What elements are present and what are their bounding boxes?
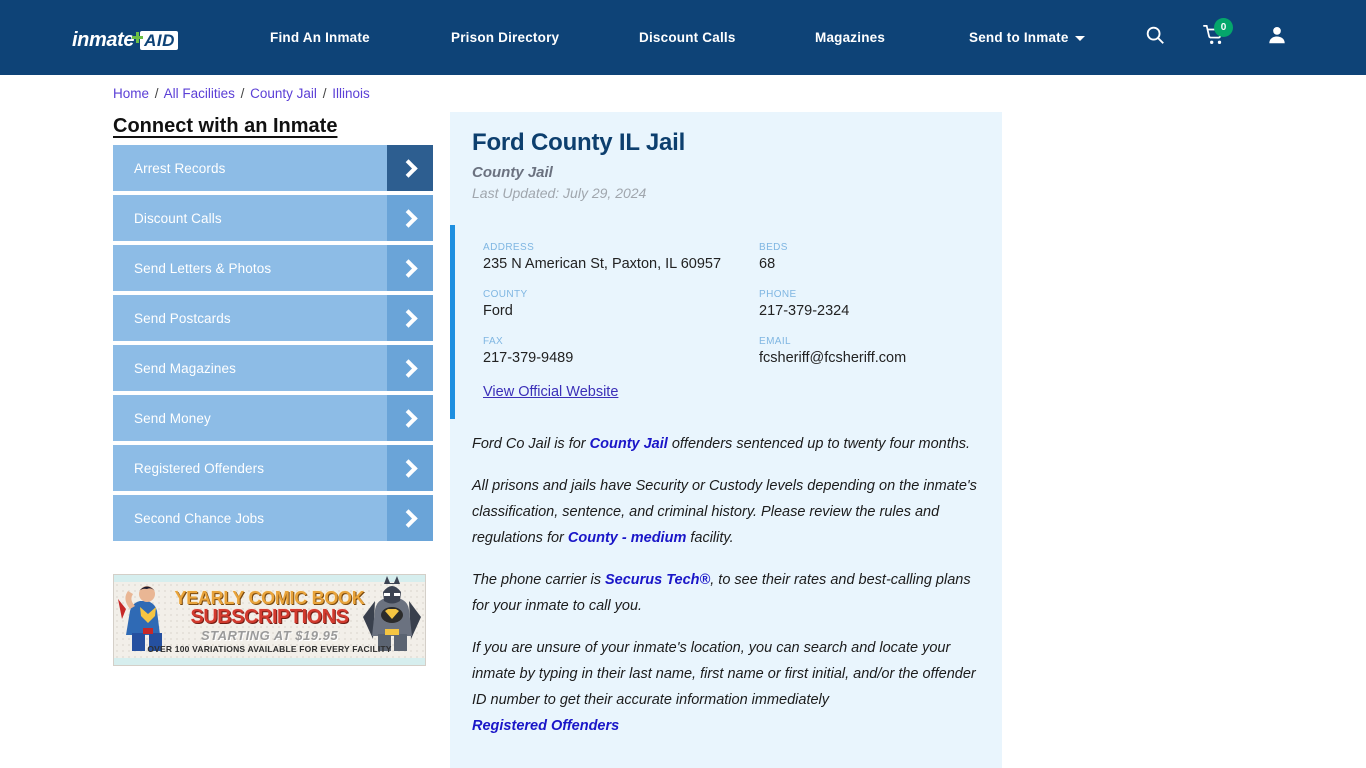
logo-word: inmate [72,29,135,51]
green-cross-icon [132,32,144,43]
sidebar-item-discount-calls[interactable]: Discount Calls [113,195,433,241]
sidebar-item-label: Send Letters & Photos [134,260,272,276]
breadcrumb-item-home[interactable]: Home [113,86,149,101]
sidebar-item-label: Second Chance Jobs [134,510,265,526]
sidebar-item-send-magazines[interactable]: Send Magazines [113,345,433,391]
info-field-email: EMAIL fcsheriff@fcsheriff.com [759,336,1002,368]
registered-offenders-link[interactable]: Registered Offenders [472,713,980,739]
info-value-phone: 217-379-2324 [759,303,850,319]
sidebar-item-arrest-records[interactable]: Arrest Records [113,145,433,191]
paragraph-4-text: If you are unsure of your inmate's locat… [472,640,976,708]
advertisement-banner[interactable]: YEARLY COMIC BOOK SUBSCRIPTIONS STARTING… [113,574,426,666]
facility-type: County Jail [472,164,553,181]
info-field-beds: BEDS 68 [759,242,1002,274]
info-field-fax: FAX 217-379-9489 [483,336,759,368]
info-label: COUNTY [483,289,528,300]
breadcrumb-item-county-jail[interactable]: County Jail [250,86,317,101]
sidebar-item-label: Discount Calls [134,210,222,226]
sidebar-item-label: Send Postcards [134,310,231,326]
chevron-right-icon [387,445,433,491]
description-paragraph-4: If you are unsure of your inmate's locat… [472,635,980,739]
paragraph-1-text-b: offenders sentenced up to twenty four mo… [667,436,971,452]
site-logo[interactable]: inmate AID [72,26,178,50]
info-label: BEDS [759,242,788,253]
view-official-website-link[interactable]: View Official Website [483,384,618,400]
facility-info-grid: ADDRESS 235 N American St, Paxton, IL 60… [483,242,1002,368]
cart-count-badge: 0 [1214,18,1233,37]
search-icon[interactable] [1144,24,1166,51]
paragraph-1-text-a: Ford Co Jail is for [472,436,590,452]
description-paragraph-1: Ford Co Jail is for County Jail offender… [472,431,980,457]
sidebar-item-send-letters-photos[interactable]: Send Letters & Photos [113,245,433,291]
info-value-email: fcsheriff@fcsheriff.com [759,350,907,366]
description-paragraph-3: The phone carrier is Securus Tech®, to s… [472,567,980,619]
sidebar-item-label: Arrest Records [134,160,226,176]
breadcrumb-separator: / [240,86,245,101]
sidebar-item-label: Registered Offenders [134,460,265,476]
nav-item-magazines[interactable]: Magazines [815,30,885,45]
description-paragraph-2: All prisons and jails have Security or C… [472,473,980,551]
nav-item-send-to-inmate[interactable]: Send to Inmate [969,30,1085,45]
county-medium-link[interactable]: County - medium [568,530,686,546]
sidebar-title: Connect with an Inmate [113,115,338,137]
breadcrumb-item-all-facilities[interactable]: All Facilities [164,86,235,101]
ad-line-2: SUBSCRIPTIONS [190,606,349,628]
chevron-right-icon [387,495,433,541]
sidebar-item-label: Send Magazines [134,360,236,376]
sidebar-menu: Arrest Records Discount Calls Send Lette… [113,145,433,545]
info-value-fax: 217-379-9489 [483,350,574,366]
user-icon[interactable] [1266,24,1288,51]
paragraph-3-text-a: The phone carrier is [472,572,605,588]
facility-panel: Ford County IL Jail County Jail Last Upd… [450,112,1002,768]
breadcrumb: Home / All Facilities / County Jail / Il… [113,86,370,101]
chevron-right-icon [387,195,433,241]
nav-item-discount-calls[interactable]: Discount Calls [639,30,736,45]
logo-badge: AID [140,31,178,50]
breadcrumb-separator: / [322,86,327,101]
nav-item-find-an-inmate[interactable]: Find An Inmate [270,30,370,45]
site-header: inmate AID Find An Inmate Prison Directo… [0,0,1366,75]
ad-line-4: OVER 100 VARIATIONS AVAILABLE FOR EVERY … [147,644,392,654]
county-jail-link[interactable]: County Jail [590,436,668,452]
facility-description: Ford Co Jail is for County Jail offender… [450,419,1002,739]
info-field-phone: PHONE 217-379-2324 [759,289,1002,321]
ad-content: YEARLY COMIC BOOK SUBSCRIPTIONS STARTING… [114,576,425,658]
chevron-down-icon [1074,36,1085,41]
facility-info-block: ADDRESS 235 N American St, Paxton, IL 60… [450,225,1002,419]
chevron-right-icon [387,395,433,441]
ad-bottom-strip [114,658,425,665]
info-label: PHONE [759,289,797,300]
paragraph-2-text-b: facility. [686,530,734,546]
last-updated: Last Updated: July 29, 2024 [472,185,647,201]
info-value-address: 235 N American St, Paxton, IL 60957 [483,256,722,272]
sidebar-item-label: Send Money [134,410,211,426]
info-value-county: Ford [483,303,513,319]
chevron-right-icon [387,295,433,341]
breadcrumb-item-illinois[interactable]: Illinois [332,86,370,101]
breadcrumb-separator: / [154,86,159,101]
securus-tech-link[interactable]: Securus Tech® [605,572,710,588]
chevron-right-icon [387,245,433,291]
sidebar-item-registered-offenders[interactable]: Registered Offenders [113,445,433,491]
nav-item-send-to-inmate-label: Send to Inmate [969,30,1069,45]
info-label: EMAIL [759,336,792,347]
nav-item-prison-directory[interactable]: Prison Directory [451,30,559,45]
info-label: ADDRESS [483,242,535,253]
chevron-right-icon [387,345,433,391]
info-field-address: ADDRESS 235 N American St, Paxton, IL 60… [483,242,759,274]
cart-icon[interactable]: 0 [1202,18,1233,51]
ad-line-3: STARTING AT $19.95 [200,628,339,643]
facility-header: Ford County IL Jail County Jail Last Upd… [450,112,1002,201]
sidebar-item-second-chance-jobs[interactable]: Second Chance Jobs [113,495,433,541]
info-label: FAX [483,336,504,347]
page-title: Ford County IL Jail [472,129,686,156]
info-field-county: COUNTY Ford [483,289,759,321]
sidebar-item-send-money[interactable]: Send Money [113,395,433,441]
sidebar-item-send-postcards[interactable]: Send Postcards [113,295,433,341]
info-value-beds: 68 [759,256,776,272]
chevron-right-icon [387,145,433,191]
